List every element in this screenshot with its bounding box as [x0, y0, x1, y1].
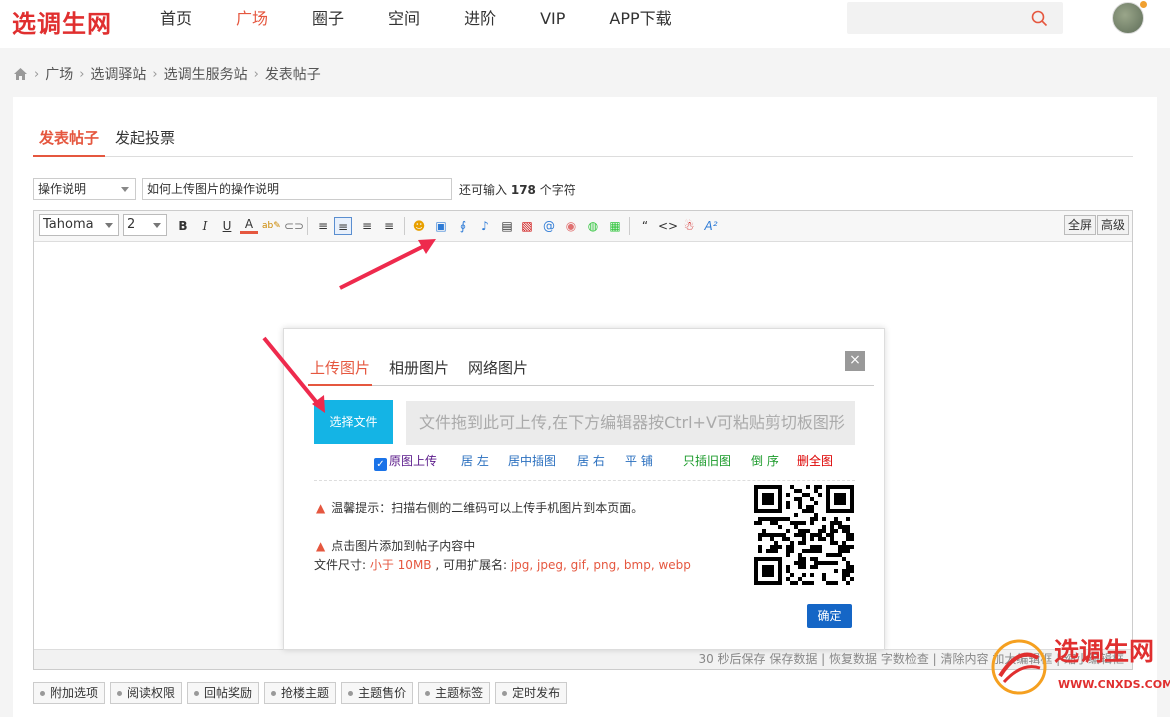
extra-options-bar: 附加选项 阅读权限 回帖奖励 抢楼主题 主题售价 主题标签 定时发布	[33, 682, 572, 704]
scheduled-publish-button[interactable]: 定时发布	[495, 682, 568, 704]
button-label: 抢楼主题	[281, 686, 330, 700]
watermark: 选调生网 WWW.CNXDS.COM	[988, 632, 1170, 704]
dot-icon	[194, 691, 200, 696]
button-label: 主题标签	[435, 686, 484, 700]
dot-icon	[348, 691, 354, 696]
arrow-to-image-button	[339, 242, 429, 290]
topic-tags-button[interactable]: 主题标签	[418, 682, 491, 704]
watermark-url: WWW.CNXDS.COM	[1058, 678, 1170, 691]
button-label: 定时发布	[512, 686, 561, 700]
arrow-to-choose-file	[262, 336, 320, 406]
button-label: 回帖奖励	[204, 686, 253, 700]
dot-icon	[40, 691, 45, 696]
extra-options-button[interactable]: 附加选项	[33, 682, 106, 704]
watermark-text: 选调生网	[1054, 637, 1155, 666]
dot-icon	[425, 691, 431, 696]
topic-price-button[interactable]: 主题售价	[341, 682, 414, 704]
annotation-arrows	[262, 239, 436, 413]
floor-topic-button[interactable]: 抢楼主题	[264, 682, 337, 704]
dot-icon	[117, 691, 123, 696]
dot-icon	[271, 691, 277, 696]
reply-reward-button[interactable]: 回帖奖励	[187, 682, 260, 704]
button-label: 阅读权限	[127, 686, 176, 700]
read-permission-button[interactable]: 阅读权限	[110, 682, 183, 704]
button-label: 附加选项	[50, 686, 99, 700]
dot-icon	[502, 691, 508, 696]
watermark-emblem-icon	[991, 639, 1047, 695]
button-label: 主题售价	[358, 686, 407, 700]
